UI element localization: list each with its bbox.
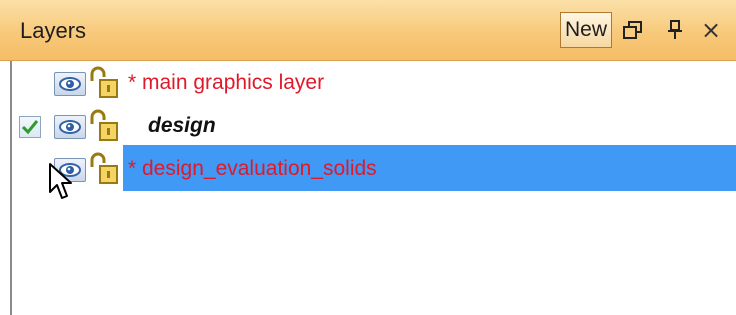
pin-icon[interactable] [660,14,690,46]
restore-window-icon[interactable] [618,14,648,46]
unlocked-padlock-icon[interactable] [88,65,120,101]
layer-row-design[interactable]: design [12,106,736,146]
panel-title: Layers [20,18,87,43]
layer-row-main-graphics[interactable]: * main graphics layer [12,63,736,103]
mouse-pointer-icon [49,163,72,199]
new-layer-button[interactable]: New [560,12,612,48]
layer-name: * main graphics layer [128,71,325,94]
layer-row-design-evaluation-solids[interactable]: * design_evaluation_solids [12,149,736,189]
layers-panel: Layers New × * main graphics layer desig… [0,0,736,315]
panel-header: Layers New × [0,0,736,61]
layer-name: design [148,114,216,137]
unlocked-padlock-icon[interactable] [88,151,120,187]
visibility-eye-icon[interactable] [54,72,86,96]
visibility-eye-icon[interactable] [54,115,86,139]
layers-list: * main graphics layer design * design_ev… [10,61,736,315]
active-layer-checkbox[interactable] [19,116,41,138]
close-icon[interactable]: × [696,14,726,46]
unlocked-padlock-icon[interactable] [88,108,120,144]
layer-name: * design_evaluation_solids [128,157,377,180]
